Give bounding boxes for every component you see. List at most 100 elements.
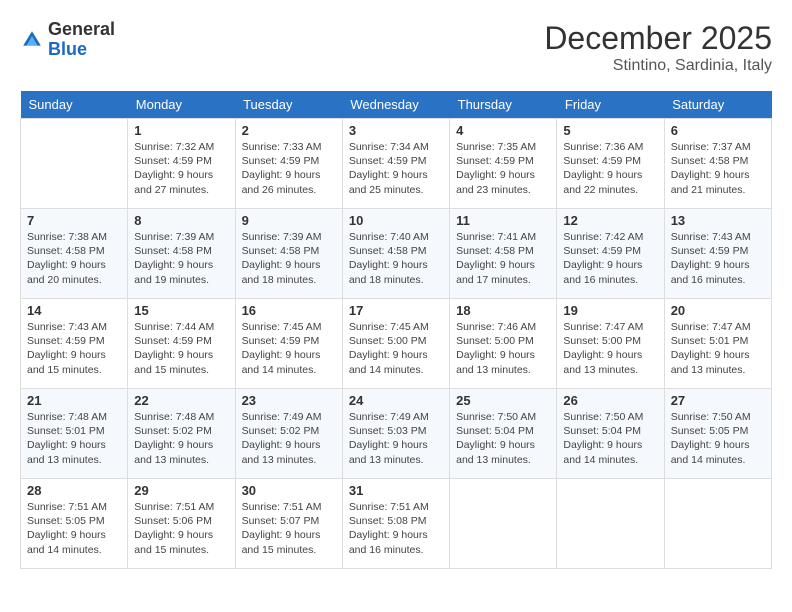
page-header: General Blue December 2025 Stintino, Sar…: [20, 20, 772, 75]
calendar-cell: 31 Sunrise: 7:51 AMSunset: 5:08 PMDayligh…: [342, 479, 449, 569]
day-number: 11: [456, 213, 550, 228]
calendar-cell: 5 Sunrise: 7:36 AMSunset: 4:59 PMDaylight…: [557, 119, 664, 209]
calendar-cell: 10 Sunrise: 7:40 AMSunset: 4:58 PMDayligh…: [342, 209, 449, 299]
calendar-week-row: 1 Sunrise: 7:32 AMSunset: 4:59 PMDaylight…: [21, 119, 772, 209]
day-info: Sunrise: 7:50 AMSunset: 5:05 PMDaylight:…: [671, 410, 765, 467]
month-year-title: December 2025: [544, 20, 772, 57]
calendar-cell: 13 Sunrise: 7:43 AMSunset: 4:59 PMDayligh…: [664, 209, 771, 299]
day-number: 15: [134, 303, 228, 318]
calendar-cell: 19Sunrise: 7:47 AMSunset: 5:00 PMDayligh…: [557, 299, 664, 389]
day-info: Sunrise: 7:39 AMSunset: 4:58 PMDaylight:…: [134, 230, 228, 287]
calendar-cell: 12Sunrise: 7:42 AMSunset: 4:59 PMDayligh…: [557, 209, 664, 299]
calendar-cell: 30Sunrise: 7:51 AMSunset: 5:07 PMDayligh…: [235, 479, 342, 569]
day-info: Sunrise: 7:45 AMSunset: 5:00 PMDaylight:…: [349, 320, 443, 377]
calendar-cell: 7Sunrise: 7:38 AMSunset: 4:58 PMDaylight…: [21, 209, 128, 299]
day-number: 17: [349, 303, 443, 318]
calendar-cell: 21 Sunrise: 7:48 AMSunset: 5:01 PMDayligh…: [21, 389, 128, 479]
calendar-cell: [21, 119, 128, 209]
day-info: Sunrise: 7:32 AMSunset: 4:59 PMDaylight:…: [134, 140, 228, 197]
logo-icon: [20, 28, 44, 52]
day-number: 23: [242, 393, 336, 408]
day-number: 25: [456, 393, 550, 408]
day-info: Sunrise: 7:51 AMSunset: 5:08 PMDaylight:…: [349, 500, 443, 557]
calendar-cell: 9 Sunrise: 7:39 AMSunset: 4:58 PMDaylight…: [235, 209, 342, 299]
calendar-cell: 18 Sunrise: 7:46 AMSunset: 5:00 PMDayligh…: [450, 299, 557, 389]
calendar-header-friday: Friday: [557, 91, 664, 119]
location-subtitle: Stintino, Sardinia, Italy: [544, 57, 772, 75]
logo: General Blue: [20, 20, 115, 60]
calendar-header-monday: Monday: [128, 91, 235, 119]
day-info: Sunrise: 7:34 AMSunset: 4:59 PMDaylight:…: [349, 140, 443, 197]
calendar-cell: 17 Sunrise: 7:45 AMSunset: 5:00 PMDayligh…: [342, 299, 449, 389]
logo-blue-text: Blue: [48, 40, 115, 60]
day-number: 30: [242, 483, 336, 498]
calendar-cell: [450, 479, 557, 569]
day-number: 24: [349, 393, 443, 408]
calendar-cell: 11 Sunrise: 7:41 AMSunset: 4:58 PMDayligh…: [450, 209, 557, 299]
day-number: 4: [456, 123, 550, 138]
day-info: Sunrise: 7:51 AMSunset: 5:05 PMDaylight:…: [27, 500, 121, 557]
day-number: 22: [134, 393, 228, 408]
calendar-cell: 20 Sunrise: 7:47 AMSunset: 5:01 PMDayligh…: [664, 299, 771, 389]
calendar-table: SundayMondayTuesdayWednesdayThursdayFrid…: [20, 91, 772, 569]
day-info: Sunrise: 7:39 AMSunset: 4:58 PMDaylight:…: [242, 230, 336, 287]
calendar-header-thursday: Thursday: [450, 91, 557, 119]
day-info: Sunrise: 7:49 AMSunset: 5:03 PMDaylight:…: [349, 410, 443, 467]
day-info: Sunrise: 7:41 AMSunset: 4:58 PMDaylight:…: [456, 230, 550, 287]
calendar-header-wednesday: Wednesday: [342, 91, 449, 119]
calendar-header-saturday: Saturday: [664, 91, 771, 119]
calendar-week-row: 14Sunrise: 7:43 AMSunset: 4:59 PMDayligh…: [21, 299, 772, 389]
calendar-cell: [557, 479, 664, 569]
day-number: 9: [242, 213, 336, 228]
calendar-cell: 3 Sunrise: 7:34 AMSunset: 4:59 PMDaylight…: [342, 119, 449, 209]
day-number: 21: [27, 393, 121, 408]
calendar-cell: 1 Sunrise: 7:32 AMSunset: 4:59 PMDaylight…: [128, 119, 235, 209]
day-number: 13: [671, 213, 765, 228]
calendar-week-row: 21 Sunrise: 7:48 AMSunset: 5:01 PMDayligh…: [21, 389, 772, 479]
day-number: 2: [242, 123, 336, 138]
day-info: Sunrise: 7:50 AMSunset: 5:04 PMDaylight:…: [456, 410, 550, 467]
day-info: Sunrise: 7:38 AMSunset: 4:58 PMDaylight:…: [27, 230, 121, 287]
day-number: 18: [456, 303, 550, 318]
day-number: 5: [563, 123, 657, 138]
day-info: Sunrise: 7:35 AMSunset: 4:59 PMDaylight:…: [456, 140, 550, 197]
calendar-header-row: SundayMondayTuesdayWednesdayThursdayFrid…: [21, 91, 772, 119]
calendar-header-sunday: Sunday: [21, 91, 128, 119]
day-number: 3: [349, 123, 443, 138]
day-info: Sunrise: 7:50 AMSunset: 5:04 PMDaylight:…: [563, 410, 657, 467]
day-info: Sunrise: 7:48 AMSunset: 5:02 PMDaylight:…: [134, 410, 228, 467]
day-number: 1: [134, 123, 228, 138]
calendar-header-tuesday: Tuesday: [235, 91, 342, 119]
day-info: Sunrise: 7:43 AMSunset: 4:59 PMDaylight:…: [671, 230, 765, 287]
calendar-cell: 28 Sunrise: 7:51 AMSunset: 5:05 PMDayligh…: [21, 479, 128, 569]
day-info: Sunrise: 7:36 AMSunset: 4:59 PMDaylight:…: [563, 140, 657, 197]
day-info: Sunrise: 7:44 AMSunset: 4:59 PMDaylight:…: [134, 320, 228, 377]
day-number: 20: [671, 303, 765, 318]
day-info: Sunrise: 7:49 AMSunset: 5:02 PMDaylight:…: [242, 410, 336, 467]
calendar-cell: 14Sunrise: 7:43 AMSunset: 4:59 PMDayligh…: [21, 299, 128, 389]
day-number: 31: [349, 483, 443, 498]
day-number: 29: [134, 483, 228, 498]
day-number: 12: [563, 213, 657, 228]
calendar-cell: 8 Sunrise: 7:39 AMSunset: 4:58 PMDaylight…: [128, 209, 235, 299]
day-info: Sunrise: 7:47 AMSunset: 5:01 PMDaylight:…: [671, 320, 765, 377]
calendar-cell: [664, 479, 771, 569]
calendar-cell: 26 Sunrise: 7:50 AMSunset: 5:04 PMDayligh…: [557, 389, 664, 479]
calendar-cell: 24 Sunrise: 7:49 AMSunset: 5:03 PMDayligh…: [342, 389, 449, 479]
calendar-cell: 29Sunrise: 7:51 AMSunset: 5:06 PMDayligh…: [128, 479, 235, 569]
calendar-week-row: 7Sunrise: 7:38 AMSunset: 4:58 PMDaylight…: [21, 209, 772, 299]
day-number: 26: [563, 393, 657, 408]
logo-general-text: General: [48, 20, 115, 40]
day-number: 10: [349, 213, 443, 228]
day-info: Sunrise: 7:46 AMSunset: 5:00 PMDaylight:…: [456, 320, 550, 377]
day-number: 19: [563, 303, 657, 318]
calendar-cell: 2Sunrise: 7:33 AMSunset: 4:59 PMDaylight…: [235, 119, 342, 209]
day-info: Sunrise: 7:48 AMSunset: 5:01 PMDaylight:…: [27, 410, 121, 467]
calendar-week-row: 28 Sunrise: 7:51 AMSunset: 5:05 PMDayligh…: [21, 479, 772, 569]
calendar-cell: 23 Sunrise: 7:49 AMSunset: 5:02 PMDayligh…: [235, 389, 342, 479]
day-info: Sunrise: 7:40 AMSunset: 4:58 PMDaylight:…: [349, 230, 443, 287]
day-number: 16: [242, 303, 336, 318]
day-number: 8: [134, 213, 228, 228]
calendar-cell: 4 Sunrise: 7:35 AMSunset: 4:59 PMDaylight…: [450, 119, 557, 209]
day-number: 28: [27, 483, 121, 498]
